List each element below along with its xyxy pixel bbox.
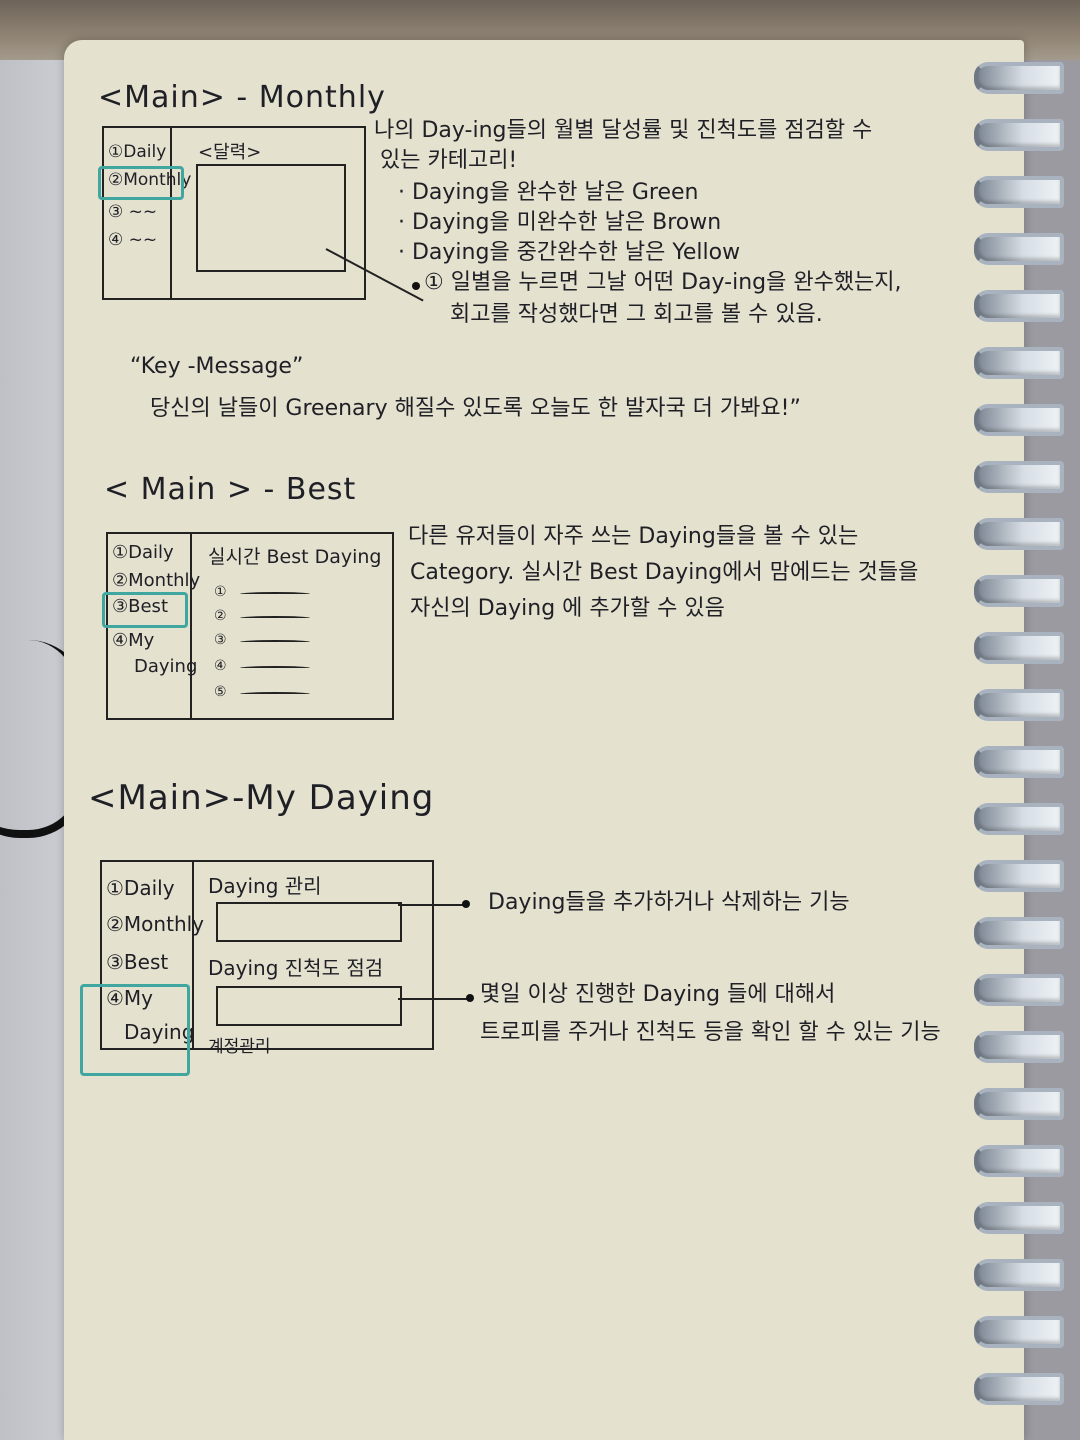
spiral-ring [974, 290, 1064, 322]
list-number-2: ② [214, 608, 227, 624]
spiral-ring [974, 1145, 1064, 1177]
placeholder-line [240, 666, 310, 670]
bullet-icon [466, 994, 474, 1002]
monthly-menu-item3: ③ ~~ [108, 202, 158, 222]
section-title-monthly: <Main> - Monthly [98, 80, 386, 115]
spiral-ring [974, 1088, 1064, 1120]
spiral-ring [974, 1316, 1064, 1348]
placeholder-line [240, 592, 310, 596]
manage-connector [398, 904, 464, 906]
spiral-ring [974, 1259, 1064, 1291]
best-menu-monthly: ②Monthly [112, 570, 201, 591]
spiral-ring [974, 1031, 1064, 1063]
monthly-desc-yellow: · Daying을 중간완수한 날은 Yellow [398, 240, 741, 265]
spiral-ring [974, 347, 1064, 379]
spiral-ring [974, 461, 1064, 493]
monthly-divider [170, 126, 172, 298]
spiral-ring [974, 176, 1064, 208]
list-number-3: ③ [214, 632, 227, 648]
spiral-ring [974, 518, 1064, 550]
monthly-highlight [98, 166, 184, 200]
spiral-ring [974, 233, 1064, 265]
mydaying-menu-monthly: ②Monthly [106, 912, 205, 936]
daying-manage-label: Daying 관리 [208, 874, 322, 898]
mydaying-desc-manage: Daying들을 추가하거나 삭제하는 기능 [488, 890, 850, 915]
mydaying-desc-progress-2: 트로피를 주거나 진척도 등을 확인 할 수 있는 기능 [480, 1020, 941, 1045]
spiral-ring [974, 917, 1064, 949]
best-desc-1: 다른 유저들이 자주 쓰는 Daying들을 볼 수 있는 [408, 524, 859, 549]
spiral-ring [974, 974, 1064, 1006]
list-number-4: ④ [214, 658, 227, 674]
monthly-desc-1: 나의 Day-ing들의 월별 달성률 및 진척도를 점검할 수 [374, 118, 873, 143]
best-divider [190, 532, 192, 718]
account-label: 계정관리 [208, 1037, 271, 1057]
notebook-page: <Main> - Monthly ①Daily ②Monthly ③ ~~ ④ … [64, 40, 1064, 1440]
spiral-ring [974, 1202, 1064, 1234]
best-desc-2: Category. 실시간 Best Daying에서 맘에드는 것들을 [410, 560, 919, 585]
bullet-icon [462, 900, 470, 908]
mydaying-highlight [80, 984, 190, 1076]
best-menu-daying: Daying [134, 656, 198, 677]
spiral-ring [974, 746, 1064, 778]
mydaying-desc-progress-1: 몇일 이상 진행한 Daying 들에 대해서 [480, 982, 836, 1007]
placeholder-line [240, 692, 310, 696]
monthly-desc-brown: · Daying을 미완수한 날은 Brown [398, 210, 722, 235]
monthly-desc-green: · Daying을 완수한 날은 Green [398, 180, 699, 205]
spiral-ring [974, 119, 1064, 151]
monthly-desc-2: 있는 카테고리! [380, 148, 518, 173]
best-highlight [102, 592, 188, 628]
placeholder-line [240, 640, 310, 644]
spiral-ring [974, 404, 1064, 436]
mydaying-menu-daily: ①Daily [106, 876, 175, 900]
daying-progress-label: Daying 진척도 점검 [208, 956, 384, 980]
best-desc-3: 자신의 Daying 에 추가할 수 있음 [410, 596, 725, 621]
best-menu-daily: ①Daily [112, 542, 174, 563]
spiral-ring [974, 803, 1064, 835]
calendar-label: <달력> [198, 142, 262, 163]
best-menu-my: ④My [112, 630, 155, 651]
list-number-5: ⑤ [214, 684, 227, 700]
bullet-icon [412, 282, 420, 290]
spiral-ring [974, 860, 1064, 892]
monthly-menu-item4: ④ ~~ [108, 230, 158, 250]
spiral-ring [974, 62, 1064, 94]
spiral-ring [974, 1373, 1064, 1405]
monthly-menu-daily: ①Daily [108, 142, 167, 162]
key-message-label: “Key -Message” [130, 354, 304, 379]
monthly-note-2: 회고를 작성했다면 그 회고를 볼 수 있음. [450, 302, 823, 327]
progress-connector [398, 998, 468, 1000]
key-message-text: 당신의 날들이 Greenary 해질수 있도록 오늘도 한 발자국 더 가봐요… [150, 396, 801, 421]
monthly-note-1: ① 일별을 누르면 그날 어떤 Day-ing을 완수했는지, [424, 270, 902, 295]
placeholder-line [240, 616, 310, 620]
section-title-best: < Main > - Best [104, 472, 357, 507]
spiral-ring [974, 689, 1064, 721]
calendar-box [196, 164, 346, 272]
best-list-title: 실시간 Best Daying [208, 546, 382, 568]
mydaying-menu-best: ③Best [106, 950, 169, 974]
spiral-ring [974, 575, 1064, 607]
daying-manage-box [216, 902, 402, 942]
daying-progress-box [216, 986, 402, 1026]
section-title-mydaying: <Main>-My Daying [88, 778, 435, 818]
spiral-ring [974, 632, 1064, 664]
list-number-1: ① [214, 584, 227, 600]
